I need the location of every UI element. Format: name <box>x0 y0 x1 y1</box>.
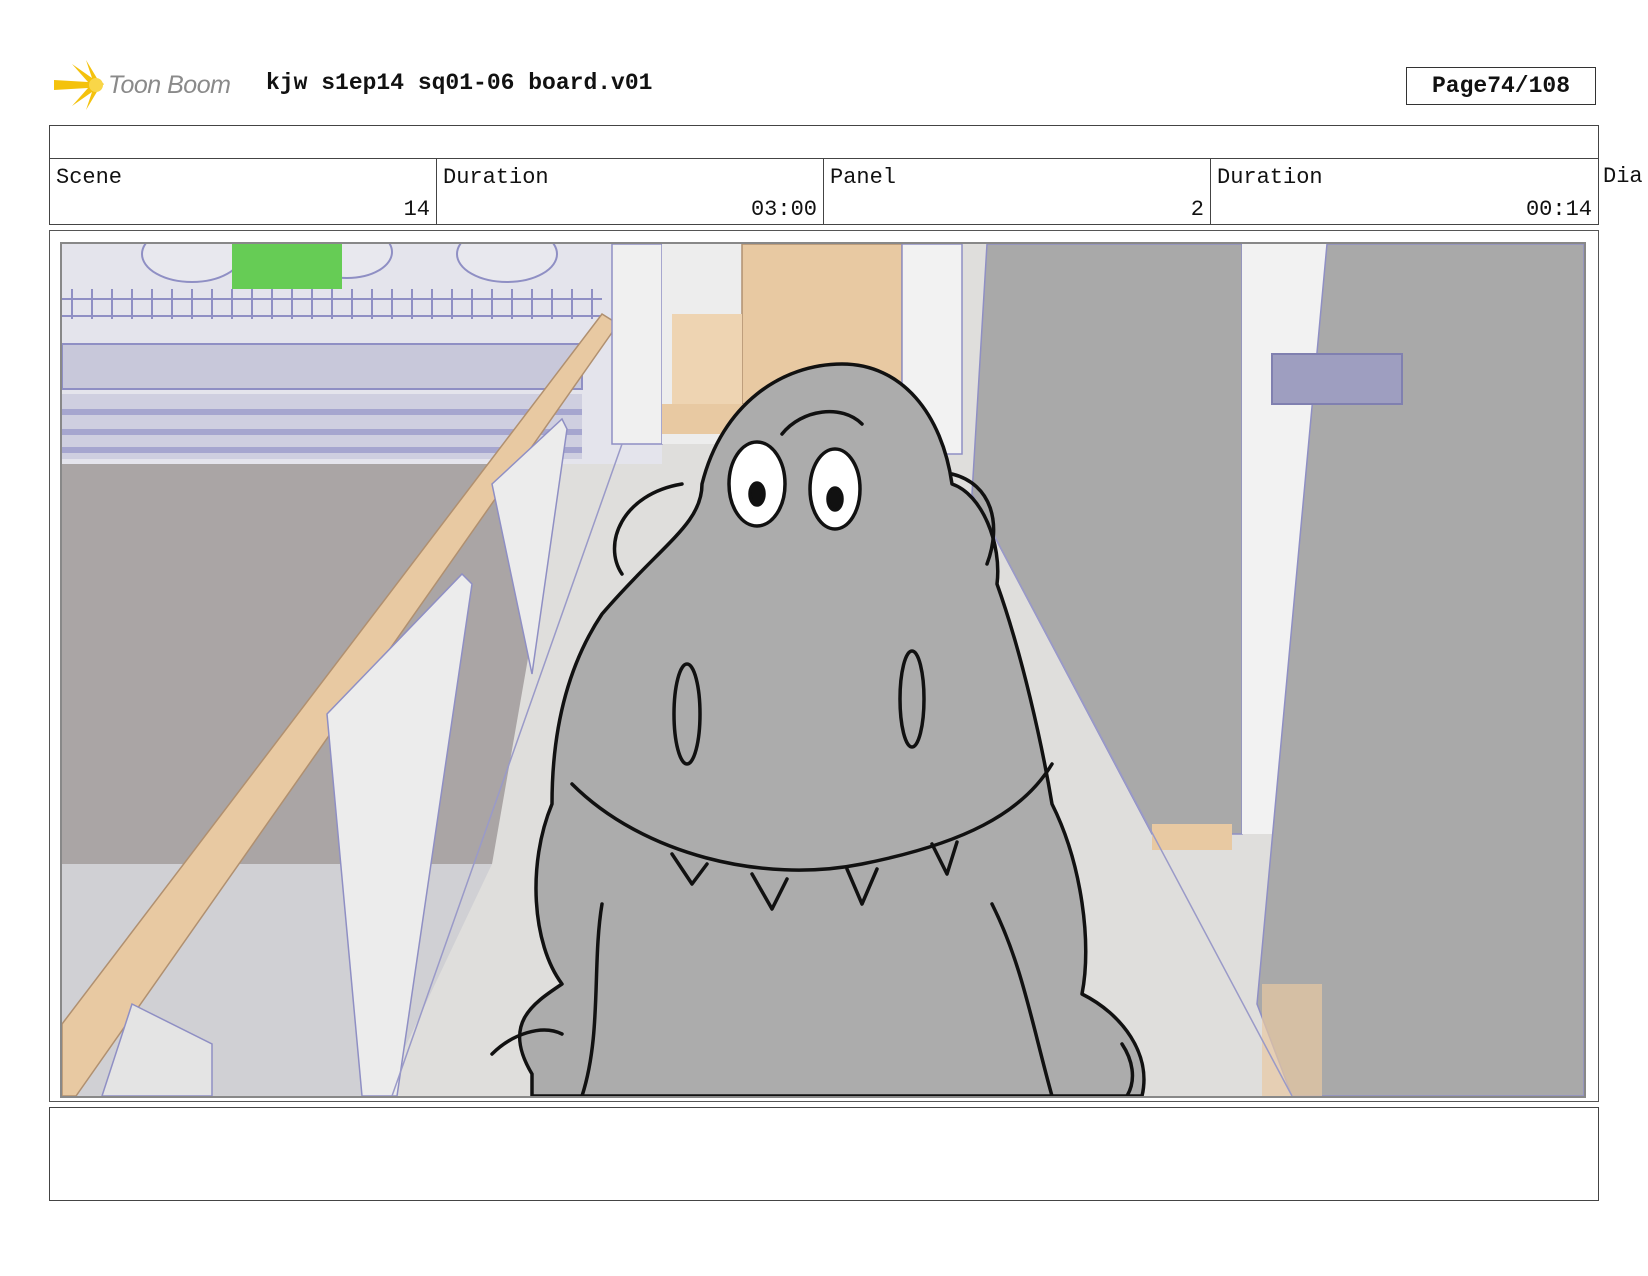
scene-duration-value: 03:00 <box>750 197 817 222</box>
panel-value: 2 <box>1190 197 1204 222</box>
scene-label: Scene <box>56 165 123 190</box>
dialogue-label: Dia <box>1603 164 1643 189</box>
scene-value: 14 <box>403 197 430 222</box>
panel-label: Panel <box>830 165 897 190</box>
page-indicator: Page 74/108 <box>1406 67 1596 105</box>
panel-drawing <box>62 244 1584 1096</box>
info-row: Scene 14 Duration 03:00 Panel 2 Duration… <box>49 158 1648 225</box>
dialogue-notes-box <box>49 1107 1599 1201</box>
page-label: Page <box>1431 73 1488 99</box>
scene-duration-label: Duration <box>443 165 549 190</box>
scene-cell: Scene 14 <box>49 158 437 225</box>
star-burst-icon <box>54 60 104 110</box>
scene-duration-cell: Duration 03:00 <box>436 158 824 225</box>
header-strip <box>49 125 1599 159</box>
storyboard-panel-image <box>60 242 1586 1098</box>
panel-duration-label: Duration <box>1217 165 1323 190</box>
logo-text: Toon Boom <box>108 70 231 99</box>
toon-boom-logo: Toon Boom <box>52 58 231 112</box>
panel-duration-value: 00:14 <box>1525 197 1592 222</box>
document-title: kjw s1ep14 sq01-06 board.v01 <box>266 70 653 96</box>
page-number: 74/108 <box>1487 73 1571 99</box>
panel-cell: Panel 2 <box>823 158 1211 225</box>
panel-duration-cell: Duration 00:14 <box>1210 158 1599 225</box>
